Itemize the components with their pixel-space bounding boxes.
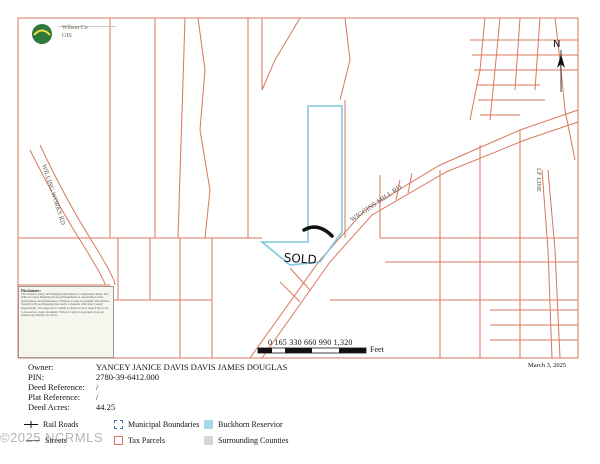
parcel-row: Deed Reference: / bbox=[28, 382, 99, 392]
disclaimer-box: Disclaimer: The Wilson County GIS Mappin… bbox=[18, 286, 114, 358]
north-arrow: N bbox=[553, 39, 565, 92]
rail-line-icon bbox=[24, 421, 38, 428]
sold-annotation: SOLD bbox=[283, 251, 317, 267]
parcel-row: Deed Acres: 44.25 bbox=[28, 402, 116, 412]
mls-watermark: ©2025 NCRMLS bbox=[0, 430, 104, 445]
reservoir-swatch-icon bbox=[204, 420, 213, 429]
scale-bar bbox=[257, 347, 367, 354]
parcel-info: Owner: YANCEY JANICE DAVIS DAVIS JAMES DO… bbox=[28, 362, 287, 412]
legend-buckhorn: Buckhorn Reservior bbox=[204, 420, 283, 429]
north-label: N bbox=[553, 39, 560, 50]
scale-ticks: 0 165 330 660 990 1,320 bbox=[268, 338, 353, 347]
parcel-row: Owner: YANCEY JANICE DAVIS DAVIS JAMES DO… bbox=[28, 362, 288, 372]
legend-rail: Rail Roads bbox=[24, 420, 78, 429]
tax-parcel-icon bbox=[114, 436, 123, 445]
logo-line2: GIS bbox=[62, 33, 72, 39]
legend-municipal: Municipal Boundaries bbox=[114, 420, 199, 429]
subject-parcel[interactable] bbox=[259, 105, 343, 266]
scale-unit: Feet bbox=[370, 345, 384, 354]
disclaimer-body: The Wilson County GIS Mapping Department… bbox=[21, 291, 110, 318]
legend-surrounding: Surrounding Counties bbox=[204, 436, 288, 445]
parcel-row: PIN: 2780-39-6412.000 bbox=[28, 372, 160, 382]
logo-line1: Wilson Co bbox=[62, 25, 88, 31]
parcel-row: Plat Reference: / bbox=[28, 392, 99, 402]
road-label-wiggins-mill: WIGGINS MILL RD bbox=[349, 183, 404, 223]
municipal-boundary-icon bbox=[114, 420, 123, 429]
surrounding-county-swatch-icon bbox=[204, 436, 213, 445]
map-date: March 3, 2025 bbox=[528, 362, 567, 369]
road-label-lf-line: LF LINE bbox=[535, 168, 542, 192]
logo-text: Wilson Co GIS bbox=[62, 24, 88, 40]
legend-tax: Tax Parcels bbox=[114, 436, 165, 445]
